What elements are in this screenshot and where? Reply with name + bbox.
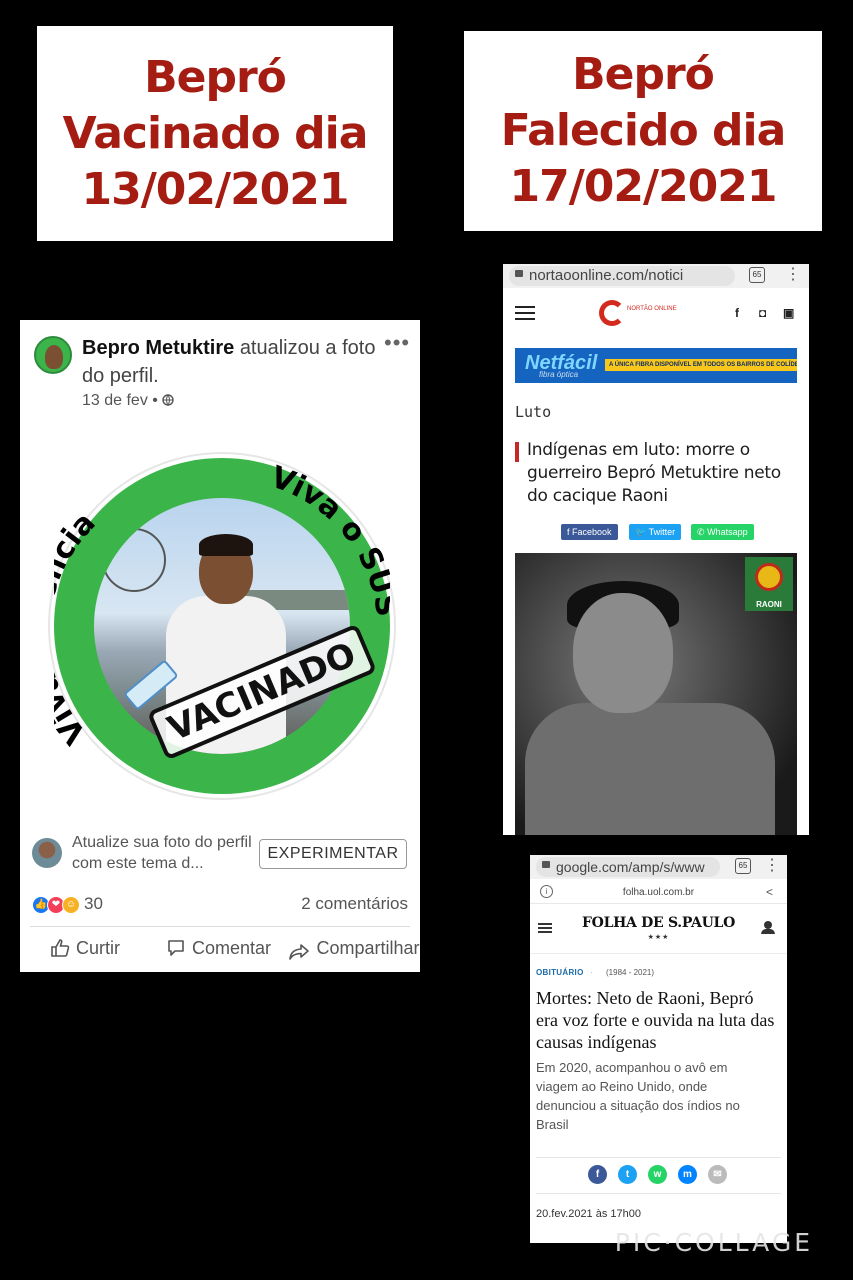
right-title-line1: Bepró — [572, 49, 715, 100]
article-category[interactable]: OBITUÁRIO — [536, 968, 584, 977]
suggestion-text: Atualize sua foto do perfil com este tem… — [72, 834, 252, 872]
piccollage-watermark: PIC·COLLAGE — [614, 1228, 813, 1257]
banner-tag: A ÚNICA FIBRA DISPONÍVEL EM TODOS OS BAI… — [605, 359, 797, 371]
author-avatar[interactable] — [34, 336, 72, 374]
browser-menu-icon[interactable]: ⋮ — [785, 264, 801, 284]
haha-reaction-icon: ☺ — [62, 896, 80, 914]
user-icon[interactable] — [761, 921, 775, 934]
nortao-logo-icon[interactable] — [599, 300, 625, 326]
suggestion-avatar — [32, 838, 62, 868]
folha-masthead[interactable]: FOLHA DE S.PAULO — [530, 915, 787, 931]
reaction-icons[interactable]: 👍 ❤ ☺ — [32, 895, 80, 915]
left-title-line2: Vacinado dia — [62, 107, 369, 159]
masthead-stars: ★★★ — [647, 934, 670, 941]
header-divider — [530, 953, 787, 954]
facebook-post-screenshot: Bepro Metuktire atualizou a foto do perf… — [20, 320, 420, 972]
url-field[interactable]: google.com/amp/s/www — [536, 857, 720, 877]
share-icon — [289, 944, 309, 960]
advertising-banner[interactable]: Netfácil fibra óptica A ÚNICA FIBRA DISP… — [515, 348, 797, 383]
instagram-icon[interactable]: ◘ — [759, 306, 766, 320]
right-title-line3: 17/02/2021 — [509, 161, 777, 212]
lock-icon — [515, 270, 523, 277]
ring-text-left: Viva a ciência — [54, 506, 103, 751]
share-label: Compartilhar — [316, 938, 420, 958]
reaction-count[interactable]: 30 — [84, 894, 103, 914]
share-facebook-button[interactable]: f Facebook — [561, 524, 618, 540]
folha-news-screenshot: google.com/amp/s/www 65 ⋮ i folha.uol.co… — [530, 855, 787, 1243]
left-title-line1: Bepró — [144, 51, 287, 103]
share-whatsapp-label: Whatsapp — [707, 527, 748, 537]
headline-accent — [515, 442, 519, 462]
globe-icon — [162, 394, 175, 406]
email-share-icon[interactable]: ✉ — [708, 1165, 727, 1184]
like-button[interactable]: Curtir — [50, 938, 120, 959]
article-lede: Em 2020, acompanhou o avô em viagem ao R… — [536, 1060, 740, 1132]
article-photo[interactable]: RAONI — [515, 553, 797, 835]
comment-count[interactable]: 2 comentários — [301, 894, 408, 914]
section-label[interactable]: Luto — [515, 403, 551, 421]
article-headline: Indígenas em luto: morre o guerreiro Bep… — [527, 440, 781, 506]
youtube-icon[interactable]: ▣ — [783, 306, 794, 320]
left-title-card: Bepró Vacinado dia 13/02/2021 — [37, 26, 393, 241]
ring-text-right: Viva o SUS — [266, 460, 390, 619]
facebook-share-icon[interactable]: f — [588, 1165, 607, 1184]
tab-count-icon[interactable]: 65 — [749, 267, 765, 283]
raoni-badge-label: RAONI — [756, 600, 782, 609]
right-title-line2: Falecido dia — [500, 105, 787, 156]
ring-text-overlay: Viva a ciência Viva o SUS — [54, 460, 390, 751]
thumbs-up-icon — [51, 939, 70, 957]
whatsapp-icon: ✆ — [697, 527, 705, 537]
left-title-line3: 13/02/2021 — [81, 163, 349, 215]
post-date[interactable]: 13 de fev • — [82, 392, 175, 410]
lock-icon — [542, 861, 550, 868]
right-title-card: Bepró Falecido dia 17/02/2021 — [464, 31, 822, 231]
share-icon[interactable]: < — [766, 885, 773, 899]
comment-icon — [168, 940, 184, 956]
hamburger-menu-icon[interactable] — [515, 306, 535, 320]
article-years: (1984 - 2021) — [606, 968, 655, 977]
share-twitter-label: Twitter — [648, 527, 676, 537]
messenger-share-icon[interactable]: m — [678, 1165, 697, 1184]
social-divider-bottom — [536, 1193, 781, 1194]
like-label: Curtir — [76, 938, 120, 958]
try-frame-button[interactable]: EXPERIMENTAR — [259, 839, 407, 869]
banner-sub: fibra óptica — [539, 370, 579, 379]
browser-menu-icon[interactable]: ⋮ — [764, 855, 780, 875]
post-header: Bepro Metuktire atualizou a foto do perf… — [82, 334, 382, 390]
post-date-text: 13 de fev • — [82, 392, 158, 409]
nortao-news-screenshot: nortaoonline.com/notici 65 ⋮ NORTÃO ONLI… — [503, 264, 809, 835]
twitter-share-icon[interactable]: t — [618, 1165, 637, 1184]
category-separator: · — [590, 968, 593, 977]
amp-domain: folha.uol.com.br — [622, 887, 695, 898]
article-date: 20.fev.2021 às 17h00 — [536, 1208, 641, 1220]
article-headline: Mortes: Neto de Raoni, Bepró era voz for… — [536, 988, 775, 1052]
author-name[interactable]: Bepro Metuktire — [82, 337, 234, 359]
share-twitter-button[interactable]: 🐦 Twitter — [629, 524, 682, 540]
share-whatsapp-button[interactable]: ✆ Whatsapp — [691, 524, 754, 540]
whatsapp-share-icon[interactable]: w — [648, 1165, 667, 1184]
nortao-logo-text: NORTÃO ONLINE — [627, 306, 677, 312]
facebook-icon[interactable]: f — [735, 306, 739, 320]
comment-button[interactable]: Comentar — [166, 938, 271, 959]
share-button[interactable]: Compartilhar — [288, 938, 420, 962]
comment-label: Comentar — [192, 938, 272, 958]
raoni-institute-logo: RAONI — [745, 557, 793, 611]
actions-divider — [30, 926, 410, 927]
social-divider-top — [536, 1157, 781, 1158]
url-field[interactable]: nortaoonline.com/notici — [509, 266, 735, 286]
twitter-icon: 🐦 — [635, 527, 647, 537]
more-options-icon[interactable]: ••• — [384, 330, 410, 356]
tab-count-icon[interactable]: 65 — [735, 858, 751, 874]
